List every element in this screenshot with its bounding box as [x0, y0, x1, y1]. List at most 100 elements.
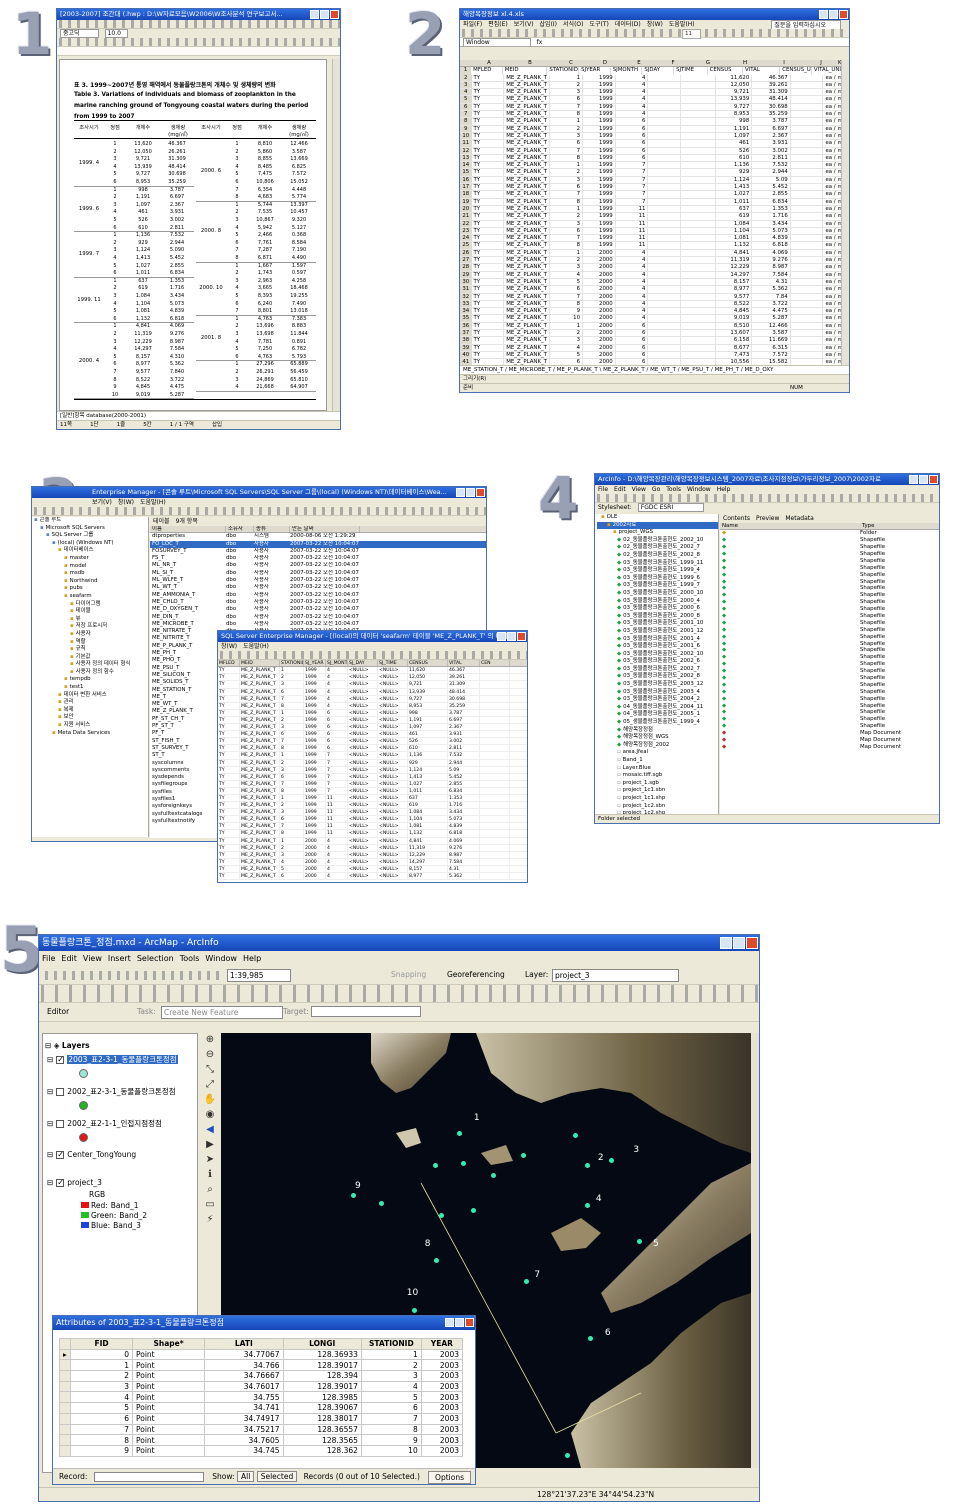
- cell[interactable]: 6: [616, 125, 649, 132]
- cell[interactable]: [648, 205, 682, 213]
- contents-row[interactable]: ◆04_동물플랑크톤출현도_2005_1Shapefile: [720, 696, 939, 703]
- grid-cell[interactable]: ME_Z_PLANK_T: [240, 865, 280, 873]
- attribute-row[interactable]: 7 Point 34.75217 128.36557 8 2003: [58, 1423, 464, 1436]
- grid-cell[interactable]: ME_Z_PLANK_T: [240, 674, 280, 681]
- grid-cell[interactable]: <NULL>: [348, 702, 378, 709]
- grid-cell[interactable]: ME_Z_PLANK_T: [240, 837, 280, 844]
- grid-cell[interactable]: 46.367: [448, 667, 480, 674]
- cell[interactable]: 4: [616, 96, 649, 103]
- attribute-cell[interactable]: 128.39067: [282, 1402, 362, 1414]
- grid-cell[interactable]: 2000: [304, 837, 326, 844]
- maximize-button[interactable]: [455, 1318, 464, 1327]
- grid-header[interactable]: SJ_MONTH: [326, 660, 348, 667]
- cell[interactable]: TY: [472, 191, 505, 198]
- cell[interactable]: [681, 74, 716, 81]
- cell[interactable]: [681, 96, 716, 103]
- server-tree[interactable]: ▪ 콘솔 루트 ▪ Microsoft SQL Servers ▪ SQL Server …: [32, 517, 148, 737]
- station-point[interactable]: [636, 1238, 642, 1244]
- contents-row[interactable]: ◆해양목장정점_2.mxdMap Document: [720, 737, 939, 744]
- cell[interactable]: [681, 308, 716, 315]
- grid-header[interactable]: MFLED: [218, 660, 240, 667]
- grid-cell[interactable]: TY: [218, 844, 240, 851]
- data-row[interactable]: 40 TY ME_Z_PLANK_T 5 2000 6 7,473 7.572 ea / ㎥: [460, 351, 843, 360]
- cell[interactable]: 6: [616, 132, 649, 140]
- cell[interactable]: 5.452: [752, 184, 791, 191]
- cell[interactable]: 5: [550, 278, 584, 286]
- cell[interactable]: 6: [616, 337, 649, 344]
- column-letter[interactable]: I: [764, 60, 804, 66]
- cell[interactable]: 6: [616, 118, 649, 125]
- cell[interactable]: 619: [716, 213, 753, 220]
- grid-cell[interactable]: 6: [280, 731, 304, 738]
- grid-cell[interactable]: TY: [218, 780, 240, 787]
- attribute-cell[interactable]: 7: [360, 1412, 422, 1425]
- contents-row[interactable]: ◆03_동물플랑크톤출현도_2000_8Shapefile: [720, 606, 939, 613]
- cell[interactable]: [681, 125, 716, 132]
- cell[interactable]: 7: [616, 184, 649, 191]
- cell[interactable]: [681, 147, 716, 154]
- grid-cell[interactable]: 4: [326, 873, 348, 880]
- grid-cell[interactable]: 5.073: [448, 816, 480, 823]
- cell[interactable]: [681, 337, 716, 344]
- cell[interactable]: 9,577: [716, 293, 753, 300]
- cell[interactable]: ME_Z_PLANK_T: [504, 89, 551, 96]
- hyperlink-icon[interactable]: ⚡: [203, 1213, 217, 1227]
- cell[interactable]: [681, 205, 716, 213]
- cell[interactable]: 2000: [583, 278, 616, 286]
- cell[interactable]: ME_Z_PLANK_T: [504, 81, 551, 89]
- full-extent-icon[interactable]: ◉: [203, 1108, 217, 1122]
- cell[interactable]: 1,136: [716, 162, 753, 169]
- attribute-cell[interactable]: Point: [131, 1434, 206, 1446]
- menu-item[interactable]: 서식(O): [563, 21, 583, 28]
- cell[interactable]: 31.309: [752, 89, 791, 96]
- cell[interactable]: 6: [550, 140, 584, 147]
- cell[interactable]: [681, 242, 716, 249]
- cell[interactable]: [681, 198, 716, 205]
- grid-row[interactable]: TY ME_Z_PLANK_T 7 1999 11 <NULL> <NULL> 1,081 4.…: [218, 823, 527, 831]
- cell[interactable]: [791, 242, 824, 249]
- cell[interactable]: [791, 271, 824, 278]
- cell[interactable]: 2: [550, 213, 584, 220]
- data-row[interactable]: 39 TY ME_Z_PLANK_T 4 2000 6 8,677 6.315 ea / ㎥: [460, 344, 843, 352]
- tree-node[interactable]: ▪ SQL Server 그룹: [32, 532, 148, 540]
- grid-cell[interactable]: 6: [326, 731, 348, 738]
- attribute-cell[interactable]: Point: [131, 1370, 206, 1382]
- cell[interactable]: 6: [616, 140, 649, 147]
- cell[interactable]: 6: [616, 322, 649, 329]
- grid-cell[interactable]: 11: [326, 816, 348, 823]
- grid-cell[interactable]: 6.818: [448, 830, 480, 837]
- grid-cell[interactable]: <NULL>: [348, 724, 378, 731]
- tree-node[interactable]: ▪ 규칙: [32, 646, 148, 654]
- data-row[interactable]: 32 TY ME_Z_PLANK_T 7 2000 4 9,577 7.84 ea / ㎥: [460, 293, 843, 301]
- cell[interactable]: [791, 351, 824, 359]
- grid-cell[interactable]: [480, 724, 510, 731]
- menu-item[interactable]: Insert: [108, 954, 131, 963]
- cell[interactable]: [648, 257, 682, 264]
- grid-cell[interactable]: [480, 780, 510, 787]
- cell[interactable]: 2: [550, 81, 584, 89]
- cell[interactable]: [681, 257, 716, 264]
- cell[interactable]: 4: [616, 111, 649, 118]
- attribute-cell[interactable]: 128.36557: [282, 1423, 362, 1436]
- cell[interactable]: [648, 140, 682, 147]
- cell[interactable]: [681, 264, 716, 271]
- contents-row[interactable]: ◆03_동물플랑크톤출현도_2002_6Shapefile: [720, 647, 939, 654]
- contents-row[interactable]: ◆03_동물플랑크톤출현도_2001_6Shapefile: [720, 634, 939, 641]
- station-point[interactable]: [608, 1158, 614, 1164]
- list-header[interactable]: 소유자: [226, 526, 254, 533]
- grid-cell[interactable]: 1999: [304, 738, 326, 745]
- cell[interactable]: 4,845: [716, 308, 753, 315]
- grid-header[interactable]: SJ_TIME: [378, 660, 408, 667]
- attribute-column-header[interactable]: Shape*: [131, 1338, 206, 1350]
- tab-tables[interactable]: 테이블: [153, 518, 170, 525]
- cell[interactable]: 4: [616, 257, 649, 264]
- cell[interactable]: TY: [472, 169, 505, 176]
- attribute-cell[interactable]: Point: [131, 1402, 206, 1414]
- grid-cell[interactable]: <NULL>: [348, 802, 378, 809]
- cell[interactable]: 11,620: [716, 74, 753, 81]
- grid-header[interactable]: SJ_DAY: [348, 660, 378, 667]
- cell[interactable]: 6: [616, 154, 649, 162]
- select-icon[interactable]: ➤: [203, 1153, 217, 1167]
- cell[interactable]: ME_Z_PLANK_T: [504, 118, 551, 125]
- tree-node[interactable]: ◆ 03_동물플랑크톤출현도_2004_2: [597, 696, 718, 704]
